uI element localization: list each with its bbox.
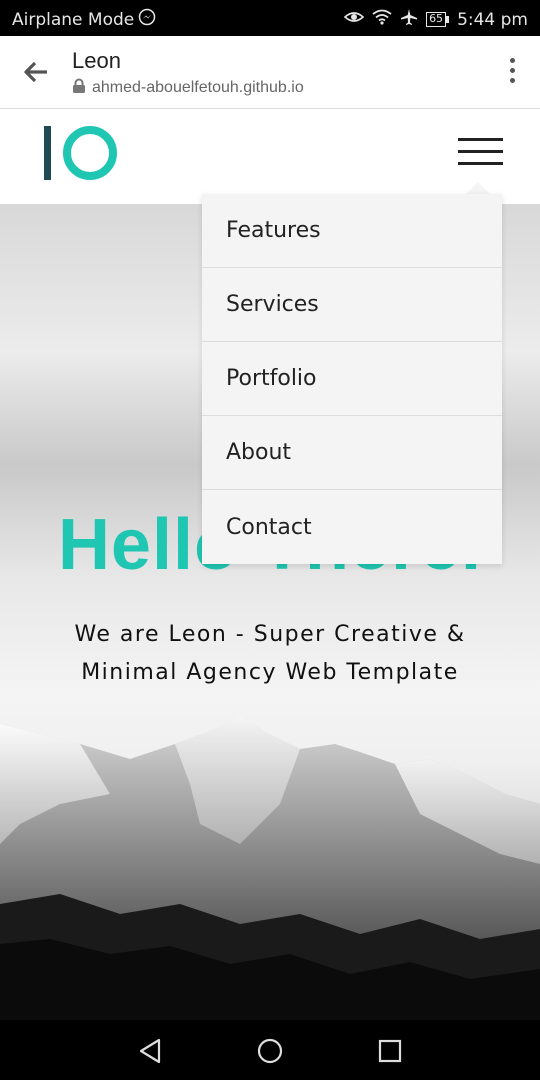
nav-home-icon[interactable] <box>255 1036 285 1066</box>
logo-i-mark <box>44 126 51 180</box>
browser-toolbar: Leon ahmed-abouelfetouh.github.io <box>0 36 540 109</box>
eye-icon <box>343 9 365 30</box>
more-vert-icon[interactable] <box>508 58 516 86</box>
hero-subtitle: We are Leon - Super Creative & Minimal A… <box>74 622 466 685</box>
nav-back-icon[interactable] <box>135 1036 165 1066</box>
system-nav-bar <box>0 1020 540 1080</box>
back-arrow-icon[interactable] <box>20 56 52 88</box>
nav-recents-icon[interactable] <box>375 1036 405 1066</box>
menu-item-portfolio[interactable]: Portfolio <box>202 342 502 416</box>
airplane-icon <box>400 8 418 31</box>
site-logo[interactable] <box>44 126 117 180</box>
page-title: Leon <box>72 48 121 73</box>
lock-icon <box>72 78 86 98</box>
url-text: ahmed-abouelfetouh.github.io <box>92 79 304 96</box>
menu-item-services[interactable]: Services <box>202 268 502 342</box>
messenger-icon <box>138 8 156 31</box>
menu-item-contact[interactable]: Contact <box>202 490 502 564</box>
battery-level: 65 <box>426 12 447 27</box>
battery-icon: 65 <box>426 12 450 27</box>
status-bar: Airplane Mode 65 5:44 pm <box>0 0 540 36</box>
menu-item-about[interactable]: About <box>202 416 502 490</box>
url-block[interactable]: Leon ahmed-abouelfetouh.github.io <box>72 48 304 98</box>
clock: 5:44 pm <box>457 9 528 30</box>
wifi-icon <box>372 9 392 30</box>
site-header <box>0 109 540 204</box>
airplane-mode-label: Airplane Mode <box>12 9 135 30</box>
status-right: 65 5:44 pm <box>343 8 528 31</box>
hamburger-menu-icon[interactable] <box>458 138 503 166</box>
status-left: Airplane Mode <box>12 8 156 31</box>
logo-o-mark <box>63 126 117 180</box>
menu-item-features[interactable]: Features <box>202 194 502 268</box>
url-line: ahmed-abouelfetouh.github.io <box>72 78 304 98</box>
nav-dropdown-menu: Features Services Portfolio About Contac… <box>202 194 502 564</box>
dropdown-caret <box>466 182 490 194</box>
